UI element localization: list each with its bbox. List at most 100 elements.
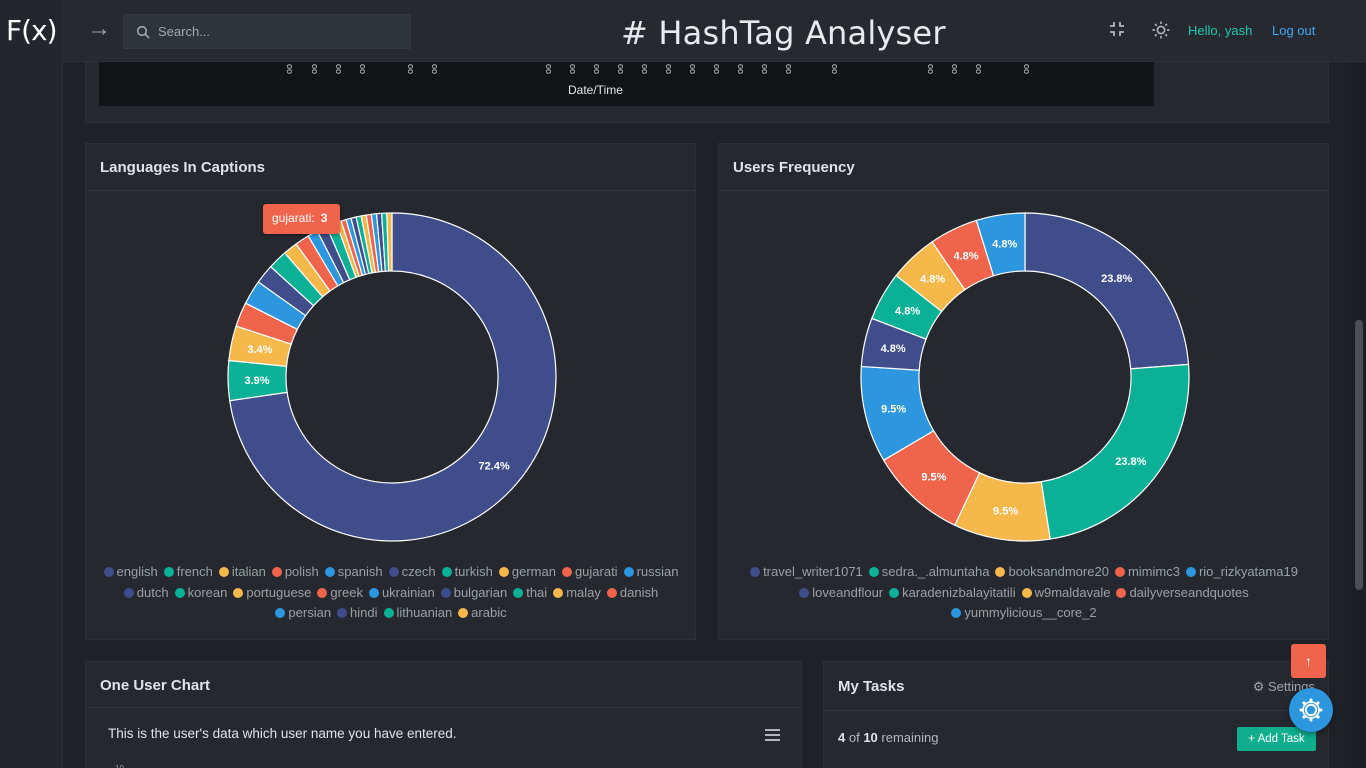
legend-item[interactable]: malay [553, 583, 601, 604]
legend-item[interactable]: gujarati [561, 562, 618, 583]
legend-item[interactable]: russian [623, 562, 679, 583]
data-label: 4.8% [992, 239, 1017, 251]
timeline-x-tick: oo [567, 63, 577, 74]
legend-marker [233, 587, 244, 598]
legend-marker [383, 608, 394, 618]
legend-item[interactable]: ukrainian [368, 583, 435, 604]
legend-item[interactable]: french [163, 562, 213, 583]
languages-donut-chart[interactable]: 72.4% 3.9% 3.4% [86, 191, 697, 551]
search-box [123, 14, 411, 49]
legend-marker [750, 567, 761, 577]
data-label: 9.5% [993, 506, 1018, 518]
legend-item[interactable]: korean [174, 583, 228, 604]
legend-label: thai [526, 584, 548, 600]
legend-item[interactable]: turkish [441, 562, 493, 583]
scroll-to-top-button[interactable]: ↑ [1291, 644, 1326, 678]
one-user-card-title: One User Chart [100, 677, 211, 694]
legend-item[interactable]: bulgarian [440, 583, 507, 604]
tooltip-label: gujarati: [272, 211, 315, 225]
tasks-card-title: My Tasks [838, 678, 905, 695]
legend-item[interactable]: italian [218, 562, 266, 583]
legend-item[interactable]: booksandmore20 [995, 562, 1109, 583]
timeline-x-tick: oo [925, 63, 935, 74]
one-user-card: One User Chart This is the user's data w… [85, 661, 802, 768]
legend-item[interactable]: danish [606, 583, 659, 604]
legend-marker [103, 567, 114, 577]
legend-marker [440, 587, 451, 598]
legend-item[interactable]: spanish [324, 562, 383, 583]
legend-marker [1185, 567, 1196, 577]
legend-label: danish [619, 584, 659, 600]
users-card: Users Frequency 23.8% 23.8% 9.5% 9.5% 9.5% 4.… [718, 143, 1329, 640]
legend-item[interactable]: hindi [337, 603, 378, 624]
legend-marker [275, 608, 286, 618]
legend-marker [513, 587, 524, 598]
tasks-remaining: 4 of 10 remaining [838, 730, 939, 745]
timeline-x-tick: oo [759, 63, 769, 74]
legend-item[interactable]: czech [388, 562, 436, 583]
sidebar: F(x) [0, 0, 63, 768]
legend-label: korean [187, 584, 228, 600]
legend-label: greek [330, 584, 363, 600]
legend-label: turkish [454, 564, 493, 579]
settings-fab-button[interactable] [1289, 688, 1333, 732]
legend-item[interactable]: dutch [123, 583, 169, 604]
legend-item[interactable]: lithuanian [383, 603, 452, 624]
legend-item[interactable]: english [103, 562, 158, 583]
legend-item[interactable]: karadenizbalayitatili [889, 583, 1016, 604]
legend-marker [1116, 587, 1127, 598]
legend-label: dailyverseandquotes [1129, 584, 1249, 600]
exit-fullscreen-icon[interactable] [1109, 21, 1125, 37]
legend-item[interactable]: loveandflour [799, 583, 883, 604]
legend-label: portuguese [246, 584, 312, 600]
timeline-x-tick: oo [591, 63, 601, 74]
page-scrollbar[interactable] [1351, 62, 1366, 768]
chart-tooltip: gujarati: 3 [263, 204, 340, 234]
legend-marker [174, 587, 185, 598]
data-label: 4.8% [881, 343, 906, 355]
legend-label: rio_rizkyatama19 [1198, 564, 1298, 579]
sidebar-toggle-arrow-icon[interactable]: → [87, 17, 111, 41]
gear-icon: ⚙ [1252, 679, 1265, 694]
sun-theme-icon[interactable] [1152, 21, 1170, 39]
data-label: 4.8% [895, 305, 920, 317]
legend-item[interactable]: rio_rizkyatama19 [1185, 562, 1298, 583]
donut-slice-sedra._.almuntaha[interactable] [1040, 363, 1190, 540]
y-axis-tick: 10 [115, 764, 124, 768]
legend-marker [123, 587, 134, 598]
legend-marker [553, 587, 564, 598]
timeline-x-tick: oo [711, 63, 721, 74]
search-input[interactable] [158, 15, 408, 48]
tasks-done-count: 4 [838, 730, 846, 745]
legend-item[interactable]: arabic [458, 603, 507, 624]
chart-menu-icon[interactable] [765, 729, 780, 741]
legend-item[interactable]: mimimc3 [1114, 562, 1180, 583]
legend-label: ukrainian [381, 584, 435, 600]
legend-item[interactable]: sedra._.almuntaha [868, 562, 989, 583]
logout-link[interactable]: Log out [1272, 23, 1315, 38]
legend-item[interactable]: greek [317, 583, 363, 604]
legend-item[interactable]: yummylicious__core_2 [951, 603, 1097, 624]
legend-marker [458, 608, 469, 618]
tasks-of-label: of [848, 730, 860, 745]
one-user-subtitle: This is the user's data which user name … [108, 726, 457, 741]
tasks-remaining-label: remaining [881, 730, 939, 745]
legend-item[interactable]: dailyverseandquotes [1116, 583, 1249, 604]
donut-slice-travel_writer1071[interactable] [1024, 212, 1190, 370]
legend-item[interactable]: w9maldavale [1021, 583, 1110, 604]
timeline-x-tick: oo [284, 63, 294, 74]
legend-item[interactable]: thai [513, 583, 547, 604]
data-label: 23.8% [1115, 456, 1146, 468]
scrollbar-thumb[interactable] [1355, 320, 1363, 590]
tooltip-value: 3 [320, 211, 328, 225]
timeline-x-tick: oo [543, 63, 553, 74]
data-label: 4.8% [920, 274, 945, 286]
legend-item[interactable]: polish [271, 562, 319, 583]
legend-item[interactable]: persian [275, 603, 331, 624]
legend-item[interactable]: travel_writer1071 [750, 562, 863, 583]
app-logo[interactable]: F(x) [6, 14, 58, 47]
users-donut-chart[interactable]: 23.8% 23.8% 9.5% 9.5% 9.5% 4.8% 4.8% 4.8% 4.8% 4.… [719, 191, 1330, 551]
legend-item[interactable]: portuguese [233, 583, 311, 604]
legend-item[interactable]: german [498, 562, 556, 583]
tasks-card: My Tasks ⚙ Settings 4 of 10 remaining + … [823, 661, 1329, 768]
